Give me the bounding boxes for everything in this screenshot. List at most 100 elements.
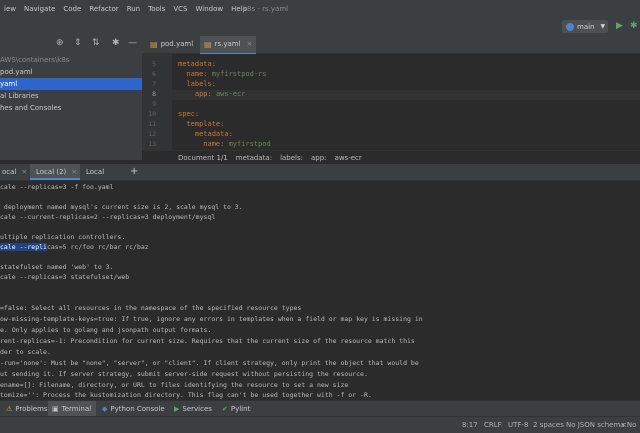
terminal-text: -run='none': Must be "none", "server", o… [0,359,419,367]
tool-window-bar: ⚠ Problems ▣ Terminal ◆ Python Console ▶… [0,400,640,417]
toolwindow-python-console[interactable]: ◆ Python Console [98,401,166,417]
terminal-text: ename=[]: Filename, directory, or URL to… [0,381,349,389]
breadcrumb-item[interactable]: metadata: [236,154,272,162]
terminal-text: cale --current-replicas=2 --replicas=3 d… [0,213,216,221]
terminal-text: e. Only applies to golang and jsonpath o… [0,326,212,334]
tree-item-pod-yaml[interactable]: pod.yaml [0,66,142,78]
expand-all-icon[interactable]: ⇅ [92,38,100,48]
menu-refactor[interactable]: Refactor [85,5,122,13]
breadcrumb-item[interactable]: app: [311,154,327,162]
tab-terminal-local[interactable]: ocal × [0,164,28,180]
yaml-file-icon: ▤ [204,40,212,49]
terminal-line: -run='none': Must be "none", "server", o… [0,359,419,367]
terminal-text: statefulset named 'web' to 3. [0,263,114,271]
code-line: template: [178,120,224,128]
terminal-line: rent-replicas=-1: Precondition for curre… [0,337,415,345]
terminal-text: rent-replicas=-1: Precondition for curre… [0,337,415,345]
tab-terminal-local-3[interactable]: Local (3)× [80,164,126,192]
tab-label: rs.yaml [214,40,241,48]
yaml-key: labels: [178,80,216,88]
terminal-line: ultiple replication controllers. [0,233,125,241]
terminal-line: =false: Select all resources in the name… [0,304,301,312]
terminal-output[interactable]: cale --replicas=3 -f foo.yaml deployment… [0,181,640,399]
status-json-schema[interactable]: No JSON schema [566,417,625,433]
toolwindow-label: Services [182,405,212,413]
menu-window[interactable]: Window [192,5,228,13]
status-cursor-position[interactable]: 8:17 [462,417,478,433]
tree-item-rs-yaml[interactable]: yaml [0,78,142,90]
terminal-text: ultiple replication controllers. [0,233,126,241]
close-icon[interactable]: × [247,36,253,53]
nav-toolbar: main ▼ [0,18,640,37]
menu-navigate[interactable]: Navigate [20,5,59,13]
line-number: 9 [152,100,156,108]
breadcrumb: Document 1/1 metadata: labels: app: aws-… [142,150,640,165]
yaml-value: aws-ecr [215,90,246,98]
toolwindow-pylint[interactable]: ✔ Pylint [218,401,258,417]
breadcrumb-item[interactable]: aws-ecr [335,154,362,162]
tree-item-scratches[interactable]: hes and Consoles [0,102,142,114]
tab-terminal-local-2[interactable]: Local (2) × [30,164,80,180]
toolwindow-services[interactable]: ▶ Services [170,401,218,417]
terminal-text: cale --replicas=3 -f foo.yaml [0,183,114,191]
menu-view[interactable]: iew [0,5,20,13]
python-icon: ◆ [102,405,108,413]
python-icon [566,22,574,31]
yaml-key: metadata: [178,130,233,138]
toolwindow-problems[interactable]: ⚠ Problems [2,401,50,417]
run-config-selector[interactable]: main ▼ [562,20,608,33]
tree-item-external-libraries[interactable]: al Libraries [0,90,142,102]
yaml-key: template: [178,120,225,128]
editor-tabs: ▤ pod.yaml ▤ rs.yaml × [142,36,640,55]
terminal-line: cale --replicas=5 rc/foo rc/bar rc/baz [0,243,149,251]
code-line: name: myfirstpod [178,140,271,148]
menu-code[interactable]: Code [59,5,85,13]
toolwindow-terminal[interactable]: ▣ Terminal [48,401,96,417]
tab-label: Local (2) [36,168,67,176]
line-number: 10 [148,110,156,118]
code-line: metadata: [178,60,216,68]
status-indent[interactable]: 2 spaces [533,417,564,433]
new-terminal-button[interactable]: + [130,164,142,180]
editor-gutter: 5 6 7 8 9 10 11 12 13 [142,54,172,150]
menu-bar: iew Navigate Code Refactor Run Tools VCS… [0,0,640,18]
gear-icon[interactable]: ✱ [112,38,120,48]
minimize-icon[interactable]: — [128,38,137,48]
terminal-line: statefulset named 'web' to 3. [0,263,114,271]
toolwindow-label: Terminal [61,405,92,413]
yaml-value: myfirstpod [228,140,271,148]
code-editor[interactable]: metadata: name: myfirstpod-rs labels: ap… [172,54,640,150]
tab-pod-yaml[interactable]: ▤ pod.yaml [146,36,200,53]
terminal-text: ow-missing-template-keys=true: If true, … [0,315,423,323]
close-icon[interactable]: × [71,168,77,176]
breadcrumb-document[interactable]: Document 1/1 [178,154,228,162]
status-interpreter[interactable]: <No [621,417,636,433]
project-toolbar: ⊕ ⇕ ⇅ ✱ — [0,36,142,52]
yaml-key: app: [178,90,216,98]
menu-tools[interactable]: Tools [144,5,169,13]
line-number: 11 [148,120,156,128]
tree-item-root[interactable]: AWS\containers\k8s [0,54,142,66]
tab-rs-yaml[interactable]: ▤ rs.yaml × [200,36,256,55]
yaml-key: name: [178,70,212,78]
tab-label: ocal [2,168,17,176]
terminal-line: tomize='': Process the kustomization dir… [0,391,372,399]
run-icon[interactable]: ▶ [616,21,623,31]
terminal-line: der to scale. [0,348,51,356]
locate-icon[interactable]: ⊕ [56,38,64,48]
line-number: 6 [152,70,156,78]
toolwindow-label: Problems [15,405,48,413]
terminal-line: ow-missing-template-keys=true: If true, … [0,315,423,323]
breadcrumb-item[interactable]: labels: [280,154,303,162]
menu-run[interactable]: Run [123,5,144,13]
menu-vcs[interactable]: VCS [169,5,191,13]
status-line-separator[interactable]: CRLF [484,417,502,433]
close-icon[interactable]: × [21,168,27,176]
debug-icon[interactable]: ✱ [630,21,638,31]
status-encoding[interactable]: UTF-8 [508,417,528,433]
line-number-current: 8 [152,90,156,98]
terminal-tabs: ocal × Local (2) × Local (3)× + [0,164,640,192]
window-title: k8s - rs.yaml [243,5,289,13]
terminal-text: ut sending it. If server strategy, submi… [0,370,368,378]
collapse-all-icon[interactable]: ⇕ [74,38,82,48]
